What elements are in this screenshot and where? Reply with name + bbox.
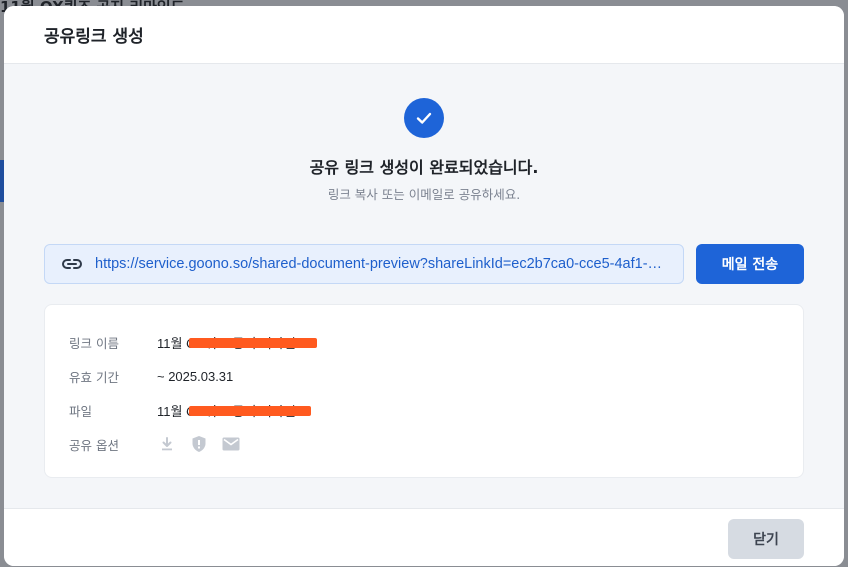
modal-footer: 닫기 xyxy=(4,508,844,566)
modal-title: 공유링크 생성 xyxy=(44,27,144,47)
share-option-icons xyxy=(157,434,241,454)
modal-header: 공유링크 생성 xyxy=(4,6,844,64)
file-label: 파일 xyxy=(69,403,93,419)
link-name-value: 11월 OX퀴즈 공지 리마인드 xyxy=(157,333,317,352)
send-email-button[interactable]: 메일 전송 xyxy=(696,244,804,284)
link-info-card: 링크 이름 11월 OX퀴즈 공지 리마인드 유효 기간 ~ 2025.03.3… xyxy=(44,304,804,478)
link-name-label: 링크 이름 xyxy=(69,335,119,351)
redaction-mark xyxy=(189,406,311,416)
link-icon xyxy=(61,253,83,275)
info-row-file: 파일 11월 OX퀴즈 공지 리마인드 xyxy=(69,393,779,427)
success-title: 공유 링크 생성이 완료되었습니다. xyxy=(309,158,539,177)
info-row-validity: 유효 기간 ~ 2025.03.31 xyxy=(69,359,779,393)
close-button[interactable]: 닫기 xyxy=(728,519,804,559)
info-row-link-name: 링크 이름 11월 OX퀴즈 공지 리마인드 xyxy=(69,325,779,359)
share-link-modal: 공유링크 생성 공유 링크 생성이 완료되었습니다. 링크 복사 또는 이메일로… xyxy=(4,6,844,566)
success-subtitle: 링크 복사 또는 이메일로 공유하세요. xyxy=(327,187,521,202)
mail-icon xyxy=(221,434,241,454)
validity-value: ~ 2025.03.31 xyxy=(157,368,234,384)
shield-icon xyxy=(189,434,209,454)
success-section: 공유 링크 생성이 완료되었습니다. 링크 복사 또는 이메일로 공유하세요. xyxy=(4,64,844,203)
redaction-mark xyxy=(189,338,317,348)
share-link-url[interactable]: https://service.goono.so/shared-document… xyxy=(95,256,683,272)
info-row-share-options: 공유 옵션 xyxy=(69,427,779,461)
share-options-label: 공유 옵션 xyxy=(69,437,119,453)
file-value: 11월 OX퀴즈 공지 리마인드 xyxy=(157,401,311,420)
share-link-field[interactable]: https://service.goono.so/shared-document… xyxy=(44,244,684,284)
validity-label: 유효 기간 xyxy=(69,369,119,385)
check-circle-icon xyxy=(404,98,444,138)
share-link-row: https://service.goono.so/shared-document… xyxy=(44,244,804,284)
download-icon xyxy=(157,434,177,454)
